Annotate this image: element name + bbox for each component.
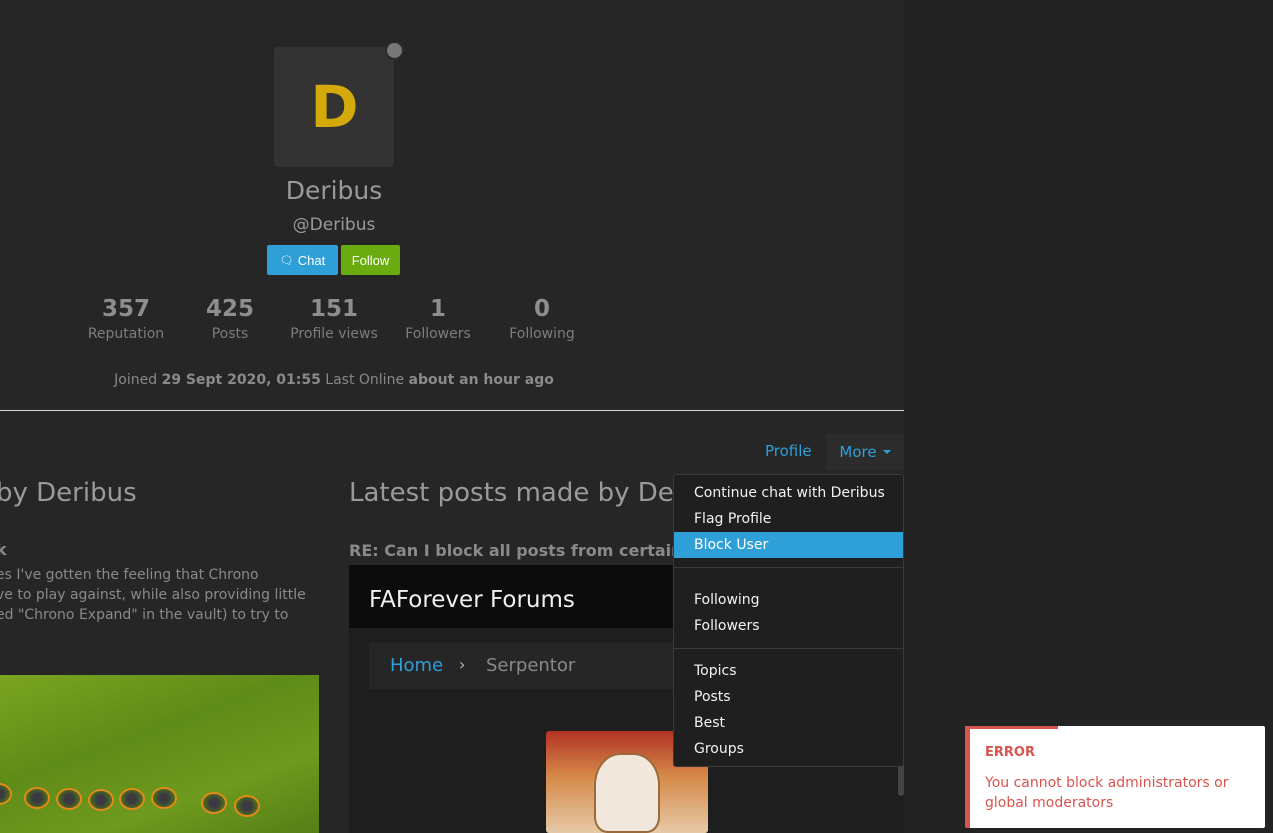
profile-page: D Deribus @Deribus 🗨 Chat Follow 357 Rep… bbox=[0, 0, 904, 833]
menu-item-posts[interactable]: Posts bbox=[674, 684, 903, 710]
chat-bubble-icon: 🗨 bbox=[279, 254, 294, 267]
best-posts-heading: by Deribus bbox=[0, 478, 137, 508]
profile-stats: 357 Reputation 425 Posts 151 Profile vie… bbox=[74, 296, 594, 342]
error-toast[interactable]: ERROR You cannot block administrators or… bbox=[965, 726, 1265, 828]
menu-item-topics[interactable]: Topics bbox=[674, 658, 903, 684]
unit-marker bbox=[119, 788, 145, 810]
stat-label: Reputation bbox=[87, 326, 165, 342]
breadcrumb-home: Home bbox=[390, 655, 444, 676]
joined-info: Joined 29 Sept 2020, 01:55 Last Online a… bbox=[0, 372, 668, 388]
unit-marker bbox=[234, 795, 260, 817]
excerpt-line: ed "Chrono Expand" in the vault) to try … bbox=[0, 607, 289, 623]
stat-label: Profile views bbox=[290, 326, 378, 342]
unit-marker bbox=[88, 789, 114, 811]
menu-item-flag-profile[interactable]: Flag Profile bbox=[674, 506, 903, 532]
tab-more-label: More bbox=[839, 443, 877, 461]
page-background bbox=[904, 0, 1273, 833]
avatar-letter: D bbox=[310, 73, 358, 141]
stat-label: Following bbox=[509, 326, 575, 342]
excerpt-line: ve to play against, while also providing… bbox=[0, 587, 306, 603]
stat-following: 0 Following bbox=[490, 296, 594, 342]
stat-label: Followers bbox=[405, 326, 471, 342]
menu-item-continue-chat[interactable]: Continue chat with Deribus bbox=[674, 480, 903, 506]
username: @Deribus bbox=[292, 215, 376, 235]
tab-more-dropdown[interactable]: More bbox=[826, 434, 904, 470]
excerpt-line: es I've gotten the feeling that Chrono bbox=[0, 567, 259, 583]
stat-value: 1 bbox=[429, 296, 446, 322]
menu-divider bbox=[674, 648, 903, 649]
post-topic-title[interactable]: k bbox=[0, 540, 7, 559]
stat-value: 357 bbox=[101, 296, 150, 322]
divider bbox=[0, 410, 904, 411]
menu-item-block-user[interactable]: Block User bbox=[674, 532, 903, 558]
toast-message: You cannot block administrators or globa… bbox=[985, 775, 1229, 811]
stat-reputation: 357 Reputation bbox=[74, 296, 178, 342]
post-excerpt: es I've gotten the feeling that Chrono v… bbox=[0, 565, 316, 625]
more-dropdown-menu: Continue chat with Deribus Flag Profile … bbox=[673, 474, 904, 767]
last-online-label: Last Online bbox=[325, 372, 405, 388]
menu-item-best[interactable]: Best bbox=[674, 710, 903, 736]
stat-posts: 425 Posts bbox=[178, 296, 282, 342]
unit-marker bbox=[24, 787, 50, 809]
toast-progress-bar bbox=[965, 726, 1058, 729]
chat-button-label: Chat bbox=[297, 252, 326, 268]
menu-item-following[interactable]: Following bbox=[674, 587, 903, 613]
joined-label: Joined bbox=[114, 372, 158, 388]
chevron-right-icon: › bbox=[459, 655, 466, 674]
last-online-value: about an hour ago bbox=[408, 372, 554, 388]
game-screenshot bbox=[0, 675, 319, 833]
face-illustration bbox=[594, 753, 660, 833]
chat-button[interactable]: 🗨 Chat bbox=[267, 245, 338, 275]
menu-item-followers[interactable]: Followers bbox=[674, 613, 903, 639]
toast-title: ERROR bbox=[985, 745, 1035, 760]
stat-value: 0 bbox=[533, 296, 550, 322]
menu-item-groups[interactable]: Groups bbox=[674, 736, 903, 762]
unit-marker bbox=[201, 792, 227, 814]
breadcrumb-current: Serpentor bbox=[486, 655, 576, 676]
tab-profile[interactable]: Profile bbox=[765, 442, 812, 460]
stat-label: Posts bbox=[211, 326, 249, 342]
stat-profile-views: 151 Profile views bbox=[282, 296, 386, 342]
caret-down-icon bbox=[882, 450, 891, 454]
stat-value: 151 bbox=[309, 296, 358, 322]
embed-site-title: FAForever Forums bbox=[369, 587, 575, 613]
follow-button[interactable]: Follow bbox=[341, 245, 400, 275]
stat-value: 425 bbox=[205, 296, 254, 322]
stat-followers: 1 Followers bbox=[386, 296, 490, 342]
avatar[interactable]: D bbox=[274, 47, 394, 167]
status-indicator bbox=[385, 41, 404, 60]
menu-divider bbox=[674, 567, 903, 568]
unit-marker bbox=[151, 787, 177, 809]
unit-marker bbox=[0, 783, 12, 805]
joined-date: 29 Sept 2020, 01:55 bbox=[161, 372, 321, 388]
display-name: Deribus bbox=[285, 176, 383, 205]
unit-marker bbox=[56, 788, 82, 810]
